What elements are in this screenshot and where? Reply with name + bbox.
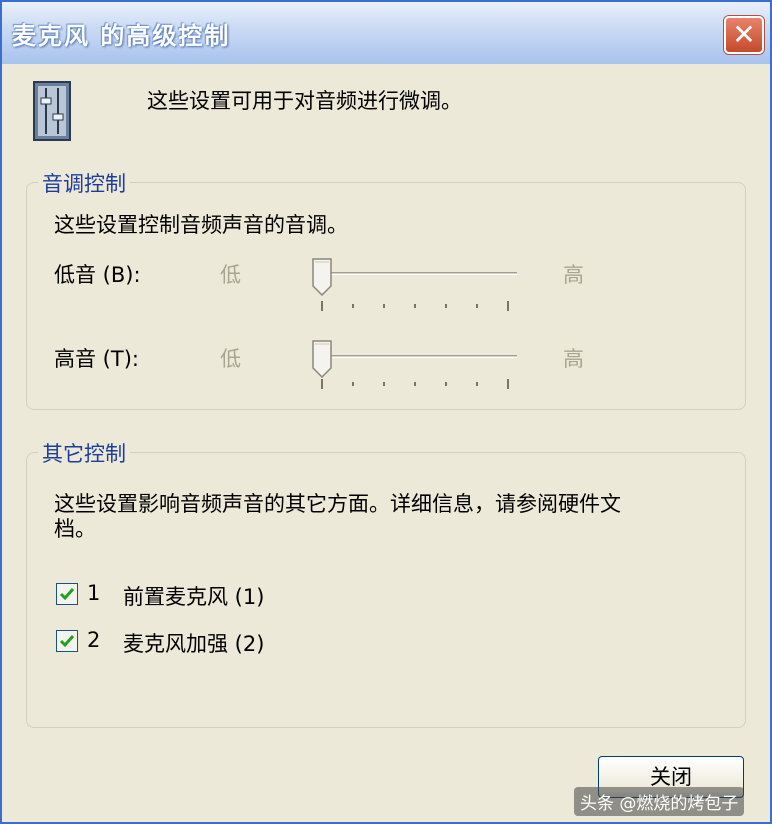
dialog-window: 麦克风 的高级控制 ✕ 这些设置可用于对音频进行微调。 音调控制 这些设置控制音… bbox=[0, 0, 772, 824]
checkmark-icon bbox=[59, 635, 75, 648]
bass-label: 低音 (B): bbox=[54, 263, 141, 287]
watermark-text: 头条 @燃烧的烤包子 bbox=[574, 787, 745, 816]
window-title: 麦克风 的高级控制 bbox=[12, 22, 231, 50]
intro-text: 这些设置可用于对音频进行微调。 bbox=[147, 89, 462, 113]
title-bar[interactable]: 麦克风 的高级控制 ✕ bbox=[2, 2, 770, 64]
treble-min-label: 低 bbox=[220, 347, 241, 371]
bass-slider-thumb[interactable] bbox=[312, 258, 332, 296]
mic-boost-label[interactable]: 麦克风加强 (2) bbox=[123, 628, 264, 658]
bass-slider-ticks bbox=[321, 301, 509, 311]
treble-label: 高音 (T): bbox=[54, 347, 139, 371]
other-description-line2: 档。 bbox=[54, 517, 96, 541]
treble-slider-thumb[interactable] bbox=[312, 340, 332, 378]
tone-group-label: 音调控制 bbox=[38, 168, 130, 198]
other-group-label: 其它控制 bbox=[38, 438, 130, 468]
treble-slider-ticks bbox=[321, 379, 509, 389]
close-icon: ✕ bbox=[732, 18, 756, 51]
front-mic-checkbox[interactable] bbox=[56, 583, 78, 605]
checkmark-icon bbox=[59, 588, 75, 601]
treble-max-label: 高 bbox=[563, 347, 584, 371]
tone-description: 这些设置控制音频声音的音调。 bbox=[54, 213, 348, 237]
bass-slider-track[interactable] bbox=[314, 272, 517, 275]
other-description-line1: 这些设置影响音频声音的其它方面。详细信息，请参阅硬件文 bbox=[54, 492, 621, 516]
treble-slider-track[interactable] bbox=[314, 355, 517, 358]
front-mic-number: 1 bbox=[87, 581, 101, 605]
bass-min-label: 低 bbox=[220, 263, 241, 287]
mic-boost-number: 2 bbox=[87, 628, 101, 652]
front-mic-label[interactable]: 前置麦克风 (1) bbox=[123, 581, 264, 611]
close-window-button[interactable]: ✕ bbox=[724, 16, 764, 54]
bass-max-label: 高 bbox=[563, 263, 584, 287]
mixer-icon bbox=[33, 81, 71, 141]
mic-boost-checkbox[interactable] bbox=[56, 630, 78, 652]
